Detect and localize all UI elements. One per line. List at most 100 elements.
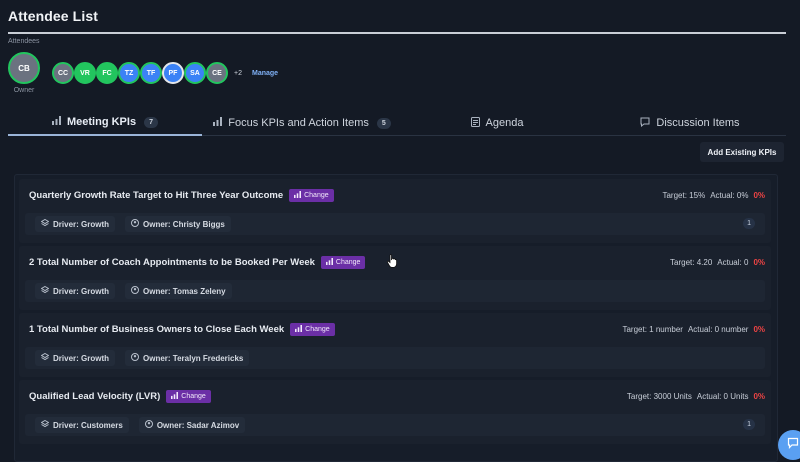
avatar-initials: FC	[102, 69, 112, 77]
bar-chart-icon	[52, 116, 61, 128]
driver-label: Driver: Customers	[53, 420, 123, 430]
kpi-card[interactable]: Qualified Lead Velocity (LVR) Change Tar…	[19, 380, 771, 444]
change-label: Change	[305, 326, 330, 333]
change-button[interactable]: Change	[290, 323, 335, 336]
bar-chart-icon	[171, 392, 179, 401]
bar-chart-icon	[294, 191, 302, 200]
owner-avatar[interactable]: CB	[8, 52, 40, 84]
layers-icon	[40, 419, 50, 430]
owner-chip: Owner: Tomas Zeleny	[125, 283, 232, 299]
kpi-target: Target: 4.20	[670, 258, 713, 267]
avatar[interactable]: PF	[162, 62, 184, 84]
change-button[interactable]: Change	[166, 390, 211, 403]
kpi-metrics: Target: 15% Actual: 0% 0%	[657, 191, 765, 200]
kpi-title[interactable]: 2 Total Number of Coach Appointments to …	[29, 257, 315, 268]
owner-chip: Owner: Teralyn Fredericks	[125, 350, 250, 366]
kpi-card[interactable]: Quarterly Growth Rate Target to Hit Thre…	[19, 179, 771, 243]
change-label: Change	[335, 259, 361, 266]
kpi-percent: 0%	[753, 325, 765, 334]
kpi-title[interactable]: 1 Total Number of Business Owners to Clo…	[29, 324, 284, 335]
change-button[interactable]: Change	[320, 256, 366, 269]
bar-chart-icon	[325, 258, 333, 267]
tab-count-badge: 7	[144, 116, 158, 128]
kpi-metrics: Target: 3000 Units Actual: 0 Units 0%	[622, 392, 765, 401]
avatar-initials: TZ	[124, 69, 134, 77]
kpi-actual: Actual: 0 Units	[696, 392, 749, 401]
avatar-initials: SA	[190, 69, 200, 77]
avatar-initials: CC	[57, 69, 69, 77]
kpi-percent: 0%	[753, 392, 765, 401]
kpi-target: Target: 3000 Units	[626, 392, 692, 401]
tab-label: Discussion Items	[656, 117, 740, 129]
avatar-initials: CE	[212, 69, 222, 77]
tab-focus-kpis[interactable]: Focus KPIs and Action Items 5	[204, 110, 400, 136]
layers-icon	[40, 352, 50, 363]
kpi-list: Quarterly Growth Rate Target to Hit Thre…	[14, 174, 778, 462]
owner-name: Owner: Tomas Zeleny	[143, 286, 226, 296]
kpi-metrics: Target: 1 number Actual: 0 number 0%	[617, 325, 765, 334]
kpi-details-row: Driver: Customers Owner: Sadar Azimov 1	[25, 414, 765, 436]
kpi-target: Target: 1 number	[622, 325, 683, 334]
avatar[interactable]: FC	[96, 62, 118, 84]
avatar-initials: PF	[168, 69, 178, 77]
change-label: Change	[304, 192, 329, 199]
manage-attendees-link[interactable]: Manage	[252, 70, 278, 77]
kpi-percent: 0%	[753, 191, 765, 200]
avatar[interactable]: SA	[184, 62, 206, 84]
chat-support-button[interactable]	[778, 430, 800, 460]
tab-discussion-items[interactable]: Discussion Items	[594, 110, 786, 136]
driver-chip: Driver: Growth	[35, 350, 116, 366]
avatar[interactable]: VR	[74, 62, 96, 84]
layers-icon	[40, 285, 50, 296]
kpi-target: Target: 15%	[662, 191, 706, 200]
owner-section: CB Owner	[8, 52, 40, 94]
attendee-avatars: CC VR FC TZ TF PF SA CE +2 Manage	[52, 62, 278, 84]
kpi-actual: Actual: 0 number	[687, 325, 749, 334]
avatar[interactable]: TF	[140, 62, 162, 84]
tab-bar: Meeting KPIs 7 Focus KPIs and Action Ite…	[8, 110, 786, 136]
owner-role-label: Owner	[13, 87, 35, 94]
comment-count-badge: 1	[743, 419, 755, 430]
tab-count-badge: 5	[376, 117, 391, 129]
tab-label: Meeting KPIs	[67, 116, 137, 128]
header: Attendee List	[8, 8, 786, 34]
driver-chip: Driver: Customers	[35, 417, 129, 433]
chat-icon	[787, 436, 799, 454]
avatar[interactable]: CC	[52, 62, 74, 84]
bar-chart-icon	[295, 325, 303, 334]
user-icon	[144, 420, 153, 430]
change-button[interactable]: Change	[289, 189, 334, 202]
add-existing-kpis-button[interactable]: Add Existing KPIs	[700, 142, 784, 162]
owner-initials: CB	[18, 63, 30, 73]
kpi-card[interactable]: 1 Total Number of Business Owners to Clo…	[19, 313, 771, 377]
driver-label: Driver: Growth	[53, 353, 110, 363]
avatar-initials: VR	[80, 69, 90, 77]
comment-count-badge: 1	[743, 218, 755, 229]
kpi-title[interactable]: Quarterly Growth Rate Target to Hit Thre…	[29, 190, 283, 201]
owner-chip: Owner: Sadar Azimov	[138, 417, 246, 433]
hand-cursor-icon	[386, 254, 397, 268]
document-icon	[470, 116, 480, 130]
chat-icon	[640, 117, 650, 130]
kpi-details-row: Driver: Growth Owner: Tomas Zeleny	[25, 280, 765, 302]
owner-name: Owner: Sadar Azimov	[156, 420, 240, 430]
user-icon	[131, 219, 140, 229]
kpi-title[interactable]: Qualified Lead Velocity (LVR)	[29, 391, 160, 402]
page-title: Attendee List	[8, 8, 98, 24]
avatar-initials: TF	[146, 69, 156, 77]
driver-label: Driver: Growth	[53, 219, 110, 229]
driver-label: Driver: Growth	[53, 286, 110, 296]
avatar[interactable]: CE	[206, 62, 228, 84]
kpi-details-row: Driver: Growth Owner: Teralyn Fredericks	[25, 347, 765, 369]
layers-icon	[40, 218, 50, 229]
driver-chip: Driver: Growth	[35, 216, 116, 232]
owner-chip: Owner: Christy Biggs	[125, 216, 231, 232]
kpi-actual: Actual: 0%	[710, 191, 749, 200]
tab-agenda[interactable]: Agenda	[400, 110, 594, 136]
change-label: Change	[181, 393, 206, 400]
kpi-details-row: Driver: Growth Owner: Christy Biggs 1	[25, 213, 765, 235]
attendees-label: Attendees	[8, 38, 40, 45]
user-icon	[131, 286, 140, 296]
tab-meeting-kpis[interactable]: Meeting KPIs 7	[8, 110, 202, 136]
avatar[interactable]: TZ	[118, 62, 140, 84]
